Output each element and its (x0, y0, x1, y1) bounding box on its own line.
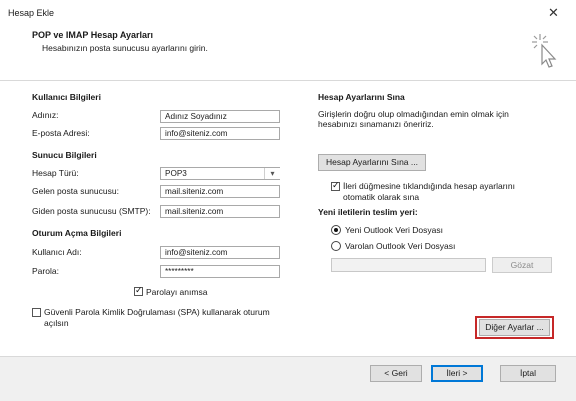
more-settings-button[interactable]: Diğer Ayarlar ... (479, 319, 550, 336)
spa-label-line2: açılsın (44, 318, 69, 328)
browse-button[interactable]: Gözat (492, 257, 552, 273)
remember-password-label: Parolayı anımsa (146, 287, 208, 297)
logon-info-heading: Oturum Açma Bilgileri (32, 228, 122, 238)
outgoing-server-label: Giden posta sunucusu (SMTP): (32, 206, 151, 216)
page-subtitle: Hesabınızın posta sunucusu ayarlarını gi… (42, 43, 208, 53)
account-type-select[interactable]: POP3 (160, 167, 280, 180)
server-info-heading: Sunucu Bilgileri (32, 150, 97, 160)
auto-test-label-line2: otomatik olarak sına (343, 192, 420, 202)
window-title: Hesap Ekle (8, 8, 55, 18)
test-settings-heading: Hesap Ayarlarını Sına (318, 92, 405, 102)
password-input[interactable]: ********* (160, 265, 280, 278)
auto-test-checkbox[interactable] (331, 180, 340, 191)
user-info-heading: Kullanıcı Bilgileri (32, 92, 101, 102)
test-settings-button[interactable]: Hesap Ayarlarını Sına ... (318, 154, 426, 171)
account-type-label: Hesap Türü: (32, 168, 79, 178)
password-label: Parola: (32, 266, 59, 276)
name-label: Adınız: (32, 110, 59, 120)
name-input[interactable]: Adınız Soyadınız (160, 110, 280, 123)
new-data-file-radio[interactable] (331, 225, 341, 235)
close-icon[interactable]: ✕ (548, 5, 559, 21)
spa-label-line1: Güvenli Parola Kimlik Doğrulaması (SPA) … (44, 307, 270, 317)
outgoing-server-input[interactable]: mail.siteniz.com (160, 205, 280, 218)
delivery-heading: Yeni iletilerin teslim yeri: (318, 207, 418, 217)
existing-data-file-radio[interactable] (331, 241, 341, 251)
wizard-cursor-icon (532, 34, 557, 68)
spa-checkbox[interactable] (32, 308, 41, 317)
existing-data-file-label: Varolan Outlook Veri Dosyası (345, 241, 456, 251)
new-data-file-label: Yeni Outlook Veri Dosyası (345, 225, 443, 235)
incoming-server-input[interactable]: mail.siteniz.com (160, 185, 280, 198)
data-file-path-input[interactable] (331, 258, 486, 272)
cancel-button[interactable]: İptal (500, 365, 556, 382)
incoming-server-label: Gelen posta sunucusu: (32, 186, 119, 196)
email-input[interactable]: info@siteniz.com (160, 127, 280, 140)
back-button[interactable]: < Geri (370, 365, 422, 382)
next-button[interactable]: İleri > (431, 365, 483, 382)
footer-bar (0, 357, 576, 401)
chevron-down-icon[interactable]: ▾ (264, 168, 280, 179)
username-input[interactable]: info@siteniz.com (160, 246, 280, 259)
email-label: E-posta Adresi: (32, 128, 90, 138)
account-type-value: POP3 (165, 169, 187, 178)
remember-password-checkbox[interactable] (134, 285, 143, 296)
test-desc-line2: hesabınızı sınamanızı öneririz. (318, 119, 434, 129)
page-title: POP ve IMAP Hesap Ayarları (32, 30, 154, 40)
test-desc-line1: Girişlerin doğru olup olmadığından emin … (318, 109, 509, 119)
username-label: Kullanıcı Adı: (32, 247, 82, 257)
auto-test-label-line1: İleri düğmesine tıklandığında hesap ayar… (343, 181, 515, 191)
